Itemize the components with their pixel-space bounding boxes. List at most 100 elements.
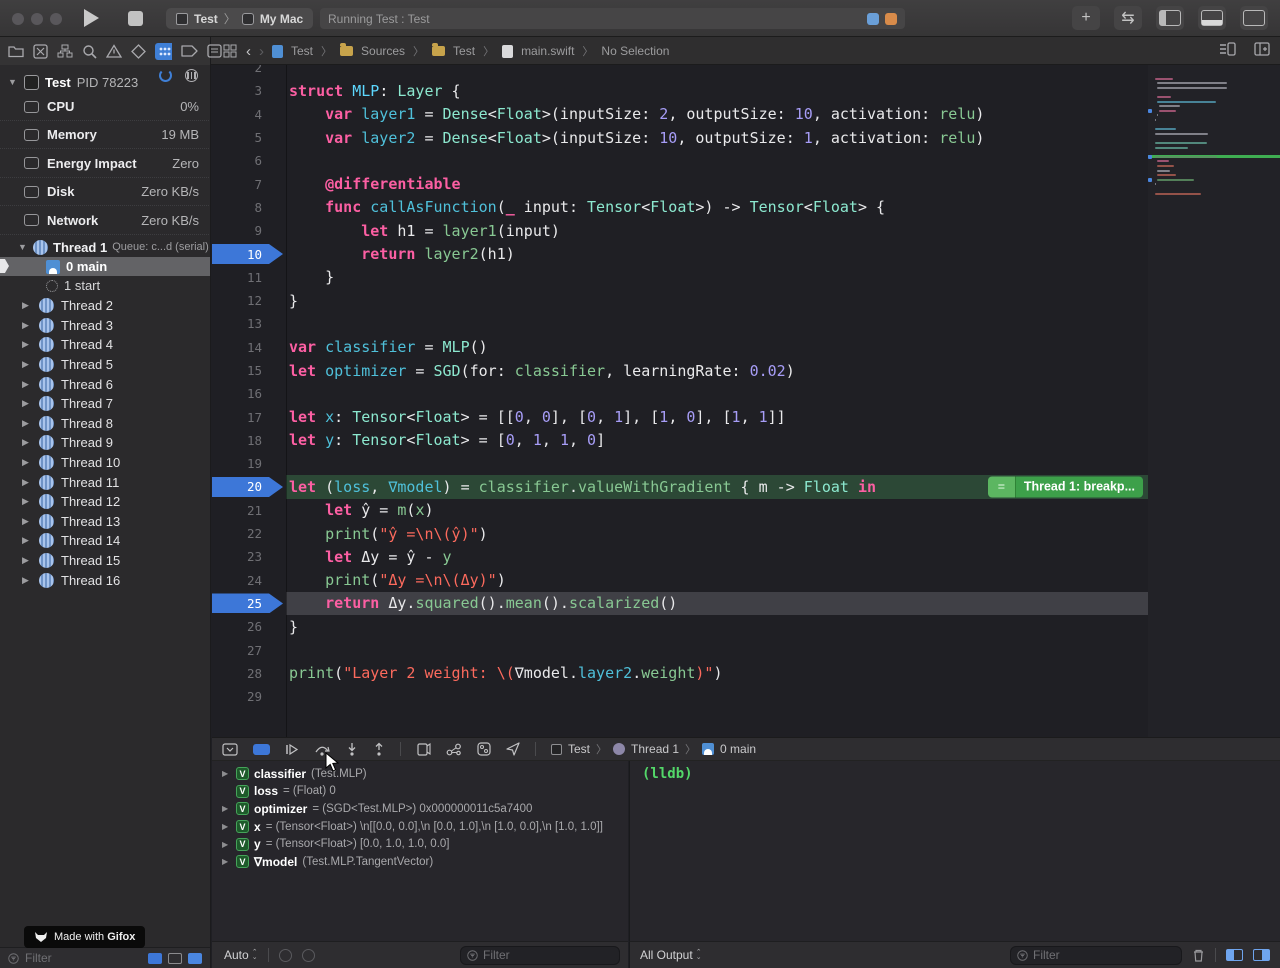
thread-row[interactable]: ▶Thread 5: [0, 355, 211, 375]
line-gutter[interactable]: 15: [212, 359, 286, 382]
code-line-2[interactable]: 2: [212, 65, 1148, 79]
variable-row-classifier[interactable]: ▶ V classifier(Test.MLP): [212, 765, 628, 783]
code-line-12[interactable]: 12}: [212, 289, 1148, 312]
code-line-9[interactable]: 9 let h1 = layer1(input): [212, 219, 1148, 242]
disclosure-triangle[interactable]: ▶: [222, 769, 231, 778]
code-line-13[interactable]: 13: [212, 312, 1148, 335]
code-line-21[interactable]: 21 let ŷ = m(x): [212, 499, 1148, 522]
source-control-icon[interactable]: [33, 43, 48, 60]
disclosure-triangle[interactable]: ▶: [222, 857, 231, 866]
breadcrumb-item[interactable]: main.swift: [521, 44, 574, 58]
thread-breakpoint-badge[interactable]: =Thread 1: breakp...: [988, 476, 1143, 497]
console-output-popup[interactable]: All Output⌃⌄: [640, 948, 702, 962]
breadcrumb-item[interactable]: Sources: [361, 44, 405, 58]
issue-navigator-icon[interactable]: [106, 43, 122, 60]
thread-row[interactable]: ▶Thread 12: [0, 492, 211, 512]
code-line-6[interactable]: 6: [212, 149, 1148, 172]
line-gutter[interactable]: 21: [212, 499, 286, 522]
disclosure-triangle[interactable]: ▶: [222, 804, 231, 813]
variable-row-y[interactable]: ▶ V y= (Tensor<Float>) [0.0, 1.0, 1.0, 0…: [212, 835, 628, 853]
find-navigator-icon[interactable]: [82, 43, 97, 60]
code-line-18[interactable]: 18let y: Tensor<Float> = [0, 1, 1, 0]: [212, 429, 1148, 452]
variables-view[interactable]: ▶ V classifier(Test.MLP) V loss= (Float)…: [212, 761, 628, 941]
stop-button[interactable]: [128, 11, 143, 26]
line-gutter[interactable]: 16: [212, 382, 286, 405]
add-editor-icon[interactable]: [1254, 42, 1270, 56]
thread-row[interactable]: ▶Thread 11: [0, 472, 211, 492]
gauge-row-network[interactable]: NetworkZero KB/s: [0, 207, 211, 235]
thread-row[interactable]: ▶Thread 2: [0, 296, 211, 316]
gauge-row-disk[interactable]: DiskZero KB/s: [0, 178, 211, 206]
code-line-10[interactable]: 10 return layer2(h1): [212, 242, 1148, 265]
code-line-15[interactable]: 15let optimizer = SGD(for: classifier, l…: [212, 359, 1148, 382]
line-gutter[interactable]: 10: [212, 242, 286, 265]
code-line-4[interactable]: 4 var layer1 = Dense<Float>(inputSize: 2…: [212, 103, 1148, 126]
line-gutter[interactable]: 2: [212, 65, 286, 79]
thread-row[interactable]: ▶Thread 16: [0, 570, 211, 590]
code-line-23[interactable]: 23 let Δy = ŷ - y: [212, 545, 1148, 568]
crumb-thread[interactable]: Thread 1: [631, 742, 679, 756]
gauge-row-energy-impact[interactable]: Energy ImpactZero: [0, 150, 211, 178]
disclosure-triangle[interactable]: ▶: [222, 822, 231, 831]
console-filter-input[interactable]: [1033, 948, 1175, 962]
memory-graph-icon[interactable]: [446, 743, 462, 756]
breakpoints-toggle-icon[interactable]: [253, 744, 270, 755]
line-gutter[interactable]: 20: [212, 475, 286, 498]
toggle-navigator-button[interactable]: [1156, 6, 1184, 30]
line-gutter[interactable]: 5: [212, 126, 286, 149]
library-button[interactable]: +: [1072, 6, 1100, 30]
breadcrumb-item[interactable]: No Selection: [601, 44, 669, 58]
variable-row-loss[interactable]: V loss= (Float) 0: [212, 783, 628, 801]
thread-row[interactable]: ▶Thread 6: [0, 374, 211, 394]
variable-row-∇model[interactable]: ▶ V ∇model(Test.MLP.TangentVector): [212, 853, 628, 871]
code-line-11[interactable]: 11 }: [212, 266, 1148, 289]
disclosure-triangle[interactable]: ▼: [8, 77, 18, 87]
line-gutter[interactable]: 17: [212, 405, 286, 428]
line-gutter[interactable]: 3: [212, 79, 286, 102]
code-review-button[interactable]: ⇆: [1114, 6, 1142, 30]
line-gutter[interactable]: 23: [212, 545, 286, 568]
thread-row[interactable]: ▶Thread 10: [0, 453, 211, 473]
run-button[interactable]: [84, 9, 99, 27]
line-gutter[interactable]: 4: [212, 103, 286, 126]
variables-scope-popup[interactable]: Auto⌃⌄: [224, 948, 258, 962]
console-view[interactable]: (lldb): [629, 761, 1280, 941]
variables-filter-input[interactable]: [483, 948, 613, 962]
line-gutter[interactable]: 12: [212, 289, 286, 312]
line-gutter[interactable]: 7: [212, 172, 286, 195]
line-gutter[interactable]: 18: [212, 429, 286, 452]
environment-overrides-icon[interactable]: [477, 742, 491, 756]
thread-row[interactable]: ▶Thread 13: [0, 512, 211, 532]
breadcrumb-item[interactable]: Test: [291, 44, 313, 58]
line-gutter[interactable]: 11: [212, 266, 286, 289]
crumb-frame[interactable]: 0 main: [720, 742, 756, 756]
symbol-navigator-icon[interactable]: [57, 43, 73, 60]
minimize-window-button[interactable]: [31, 13, 43, 25]
code-line-3[interactable]: 3struct MLP: Layer {: [212, 79, 1148, 102]
build-icon[interactable]: [885, 13, 897, 25]
process-row[interactable]: ▼ Test PID 78223: [0, 71, 211, 93]
line-gutter[interactable]: 13: [212, 312, 286, 335]
crumb-process[interactable]: Test: [568, 742, 590, 756]
code-line-5[interactable]: 5 var layer2 = Dense<Float>(inputSize: 1…: [212, 126, 1148, 149]
simulate-location-icon[interactable]: [506, 742, 520, 756]
navigator-filter-input[interactable]: Filter: [25, 951, 52, 965]
disclosure-triangle[interactable]: ▶: [222, 840, 231, 849]
thread-row[interactable]: ▶Thread 7: [0, 394, 211, 414]
related-items-icon[interactable]: [221, 43, 238, 60]
code-line-14[interactable]: 14var classifier = MLP(): [212, 336, 1148, 359]
continue-icon[interactable]: [285, 743, 299, 756]
view-hierarchy-icon[interactable]: [416, 742, 431, 756]
back-button[interactable]: ‹: [246, 43, 251, 60]
step-into-icon[interactable]: [346, 742, 358, 756]
line-gutter[interactable]: 27: [212, 638, 286, 661]
zoom-window-button[interactable]: [50, 13, 62, 25]
variables-filter-field[interactable]: [460, 946, 620, 965]
code-line-19[interactable]: 19: [212, 452, 1148, 475]
filter-running-icon[interactable]: [148, 953, 162, 964]
flag-filter-icon[interactable]: [279, 949, 292, 962]
thread-row[interactable]: ▶Thread 14: [0, 531, 211, 551]
toggle-variables-view-icon[interactable]: [1226, 949, 1243, 961]
code-line-16[interactable]: 16: [212, 382, 1148, 405]
line-gutter[interactable]: 9: [212, 219, 286, 242]
